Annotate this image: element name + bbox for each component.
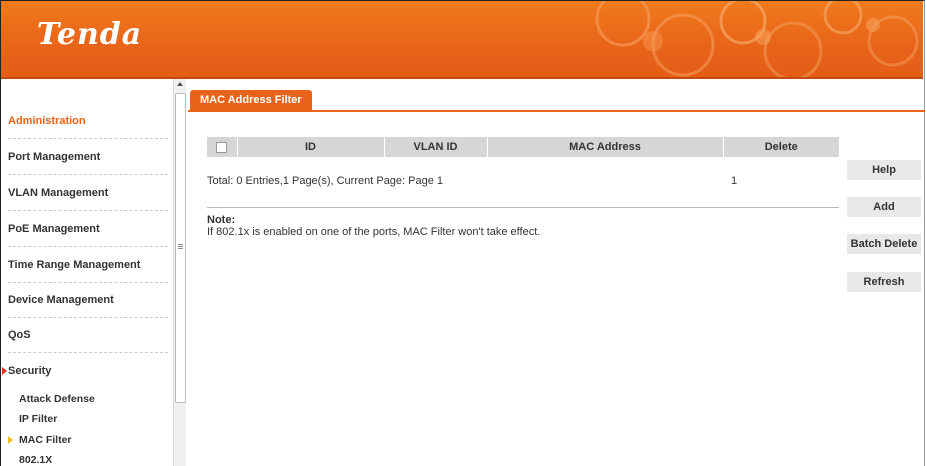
- sidebar-item-label: Administration: [8, 114, 86, 127]
- page-number-link[interactable]: 1: [731, 175, 737, 187]
- mac-filter-table: ID VLAN ID MAC Address Delete: [207, 137, 839, 157]
- sidebar: Administration Port Management VLAN Mana…: [1, 79, 173, 466]
- column-header-id: ID: [237, 137, 385, 157]
- note-text: If 802.1x is enabled on one of the ports…: [207, 226, 541, 238]
- select-all-checkbox[interactable]: [216, 141, 228, 153]
- scroll-up-arrow-icon[interactable]: [177, 82, 183, 86]
- sidebar-item-label: Device Management: [8, 293, 114, 306]
- sidebar-subitem-label: MAC Filter: [19, 434, 72, 446]
- sidebar-item-label: QoS: [8, 328, 31, 341]
- header-decoration: [595, 1, 919, 77]
- table-header-row: ID VLAN ID MAC Address Delete: [207, 137, 839, 157]
- batch-delete-button[interactable]: Batch Delete: [847, 234, 921, 254]
- refresh-button[interactable]: Refresh: [847, 272, 921, 292]
- sidebar-scrollbar[interactable]: [173, 79, 186, 466]
- sidebar-item-label: VLAN Management: [8, 186, 109, 199]
- selected-marker-icon: [8, 436, 13, 444]
- sidebar-item-administration[interactable]: Administration: [8, 103, 168, 139]
- pagination-summary: Total: 0 Entries,1 Page(s), Current Page…: [207, 175, 444, 187]
- scroll-thumb[interactable]: [175, 93, 186, 403]
- sidebar-item-time-range-management[interactable]: Time Range Management: [8, 247, 168, 283]
- sidebar-item-label: Port Management: [8, 150, 101, 163]
- sidebar-item-device-management[interactable]: Device Management: [8, 282, 168, 318]
- sidebar-subitem-mac-filter[interactable]: MAC Filter: [8, 434, 72, 446]
- sidebar-item-label: PoE Management: [8, 222, 100, 235]
- content-divider: [207, 207, 839, 208]
- column-header-mac-address: MAC Address: [487, 137, 724, 157]
- column-header-delete: Delete: [723, 137, 839, 157]
- sidebar-item-label: Time Range Management: [8, 258, 141, 271]
- sidebar-item-poe-management[interactable]: PoE Management: [8, 211, 168, 247]
- note-title: Note:: [207, 214, 236, 226]
- sidebar-subitem-ip-filter[interactable]: IP Filter: [19, 413, 57, 425]
- thumb-grip-icon: [178, 244, 183, 250]
- select-all-cell: [207, 137, 238, 157]
- sidebar-item-port-management[interactable]: Port Management: [8, 139, 168, 175]
- help-button[interactable]: Help: [847, 160, 921, 180]
- sidebar-item-label: Security: [8, 365, 52, 377]
- sidebar-item-security[interactable]: Security: [2, 353, 168, 389]
- sidebar-subitem-attack-defense[interactable]: Attack Defense: [19, 393, 95, 405]
- sidebar-item-qos[interactable]: QoS: [8, 317, 168, 353]
- tab-mac-address-filter[interactable]: MAC Address Filter: [190, 90, 312, 111]
- sidebar-subitem-802-1x[interactable]: 802.1X: [19, 454, 52, 466]
- tenda-logo: Tenda: [37, 17, 143, 52]
- header-banner: Tenda: [1, 1, 923, 77]
- sidebar-item-vlan-management[interactable]: VLAN Management: [8, 175, 168, 211]
- column-header-vlan-id: VLAN ID: [384, 137, 488, 157]
- expand-arrow-icon: [2, 367, 7, 375]
- tab-underline: [188, 110, 925, 112]
- add-button[interactable]: Add: [847, 197, 921, 217]
